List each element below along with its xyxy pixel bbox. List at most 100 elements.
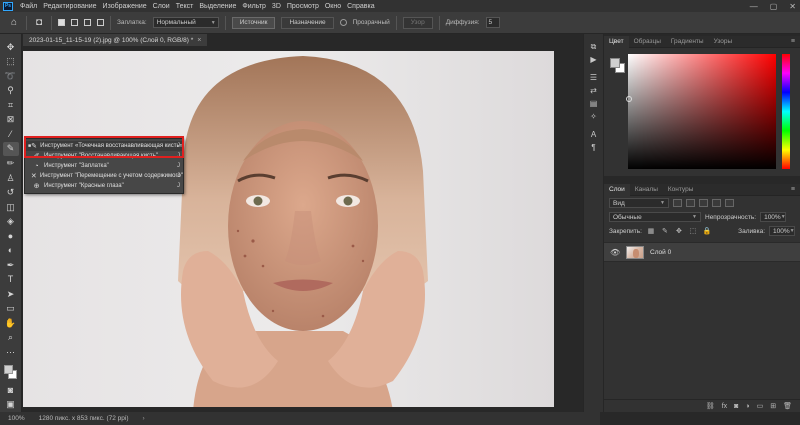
character-panel-icon[interactable]: A [587,128,601,141]
flyout-item-red-eye[interactable]: ⊕ Инструмент "Красные глаза" J [25,181,183,191]
document-tab[interactable]: 2023-01-15_11-15-19 (2).jpg @ 100% (Слой… [23,34,208,46]
menu-layers[interactable]: Слои [150,3,173,10]
menu-type[interactable]: Текст [173,3,197,10]
shape-tool-icon[interactable]: ▭ [3,302,19,317]
frame-tool-icon[interactable]: ⊠ [3,113,19,128]
zoom-tool-icon[interactable]: ⌕ [3,331,19,346]
foreground-color-swatch[interactable] [3,364,13,374]
screen-mode-icon[interactable]: ▣ [3,398,19,413]
flyout-item-spot-healing-brush[interactable]: ■ ✎ Инструмент «Точечная восстанавливающ… [25,141,183,151]
move-tool-icon[interactable]: ✥ [3,40,19,55]
filter-adjustment-icon[interactable] [686,199,695,207]
dodge-tool-icon[interactable]: ◐ [3,243,19,258]
close-tab-icon[interactable]: × [197,37,201,44]
type-tool-icon[interactable]: T [3,273,19,288]
panel-menu-icon[interactable]: ≡ [791,38,800,45]
home-icon[interactable]: ⌂ [8,17,20,29]
crop-tool-icon[interactable]: ⌗ [3,98,19,113]
patch-mode-select[interactable]: Нормальный ▼ [152,17,219,28]
lock-artboard-icon[interactable]: ⬚ [688,227,698,235]
tab-paths[interactable]: Контуры [663,184,699,196]
tab-layers[interactable]: Слои [604,183,630,196]
hand-tool-icon[interactable]: ✋ [3,316,19,331]
tab-swatches[interactable]: Образцы [629,36,666,48]
layer-filter-select[interactable]: Вид ▼ [609,198,669,208]
lock-image-icon[interactable]: ✎ [660,227,670,235]
libraries-panel-icon[interactable]: ▤ [587,97,601,110]
tab-channels[interactable]: Каналы [630,184,663,196]
more-tools-icon[interactable]: ⋯ [3,345,19,360]
use-pattern-button[interactable]: Узор [402,16,433,29]
new-layer-icon[interactable]: ⊞ [770,402,776,410]
brush-tool-icon[interactable]: ✏ [3,156,19,171]
blend-mode-select[interactable]: Обычные ▼ [609,212,701,222]
panel-menu-icon[interactable]: ≡ [791,186,800,193]
color-panel-swatches[interactable] [610,58,626,74]
diffusion-input[interactable]: 5 [485,17,500,28]
minimize-icon[interactable]: — [750,2,758,11]
zoom-level[interactable]: 100% [8,415,25,422]
menu-image[interactable]: Изображение [100,3,150,10]
blur-tool-icon[interactable]: ● [3,229,19,244]
transparent-checkbox[interactable] [339,19,347,26]
tab-patterns[interactable]: Узоры [709,36,738,48]
menu-window[interactable]: Окно [322,3,344,10]
maximize-icon[interactable]: ▢ [770,2,778,11]
layer-name[interactable]: Слой 0 [650,249,671,256]
layer-row[interactable]: 👁 Слой 0 [604,242,800,262]
actions-panel-icon[interactable]: ▶ [587,53,601,66]
filter-smart-object-icon[interactable] [725,199,734,207]
menu-help[interactable]: Справка [344,3,377,10]
filter-shape-icon[interactable] [712,199,721,207]
fx-icon[interactable]: fx [722,403,727,410]
menu-filter[interactable]: Фильтр [239,3,269,10]
tab-gradients[interactable]: Градиенты [666,36,709,48]
canvas-area[interactable] [23,46,583,412]
group-icon[interactable]: ▭ [757,402,764,410]
lasso-tool-icon[interactable]: ➰ [3,69,19,84]
lock-transparent-icon[interactable]: ▦ [646,227,656,235]
new-selection-icon[interactable] [58,19,65,26]
paragraph-panel-icon[interactable]: ¶ [587,141,601,154]
close-icon[interactable]: ✕ [789,2,796,11]
marquee-tool-icon[interactable]: ⬚ [3,55,19,70]
color-picker-marker[interactable] [626,96,632,102]
adjustments-panel-icon[interactable]: ⇄ [587,84,601,97]
pen-tool-icon[interactable]: ✒ [3,258,19,273]
path-selection-tool-icon[interactable]: ➤ [3,287,19,302]
menu-3d[interactable]: 3D [269,3,284,10]
opacity-input[interactable]: 100% ▼ [760,212,787,222]
menu-select[interactable]: Выделение [196,3,239,10]
trash-icon[interactable]: 🗑 [783,402,792,410]
intersect-selection-icon[interactable] [97,19,104,26]
eyedropper-tool-icon[interactable]: ⁄ [3,127,19,142]
properties-panel-icon[interactable]: ☰ [587,71,601,84]
subtract-selection-icon[interactable] [84,19,91,26]
eraser-tool-icon[interactable]: ◫ [3,200,19,215]
filter-type-icon[interactable] [699,199,708,207]
clone-stamp-tool-icon[interactable]: ♙ [3,171,19,186]
foreground-color-swatch[interactable] [610,58,620,68]
menu-file[interactable]: Файл [17,3,40,10]
color-swatches[interactable] [3,364,19,383]
flyout-item-content-aware-move[interactable]: ✕ Инструмент "Перемещение с учетом содер… [25,171,183,181]
paint-bucket-tool-icon[interactable]: ◈ [3,214,19,229]
link-icon[interactable]: ⛓ [706,402,715,410]
menu-view[interactable]: Просмотр [284,3,322,10]
source-button[interactable]: Источник [231,16,276,29]
status-menu-arrow-icon[interactable]: › [143,415,145,422]
spot-healing-tool-icon[interactable]: ✎ [2,141,19,157]
destination-button[interactable]: Назначение [281,16,334,29]
history-brush-tool-icon[interactable]: ↺ [3,185,19,200]
adjustment-icon[interactable]: ◑ [745,403,749,410]
fill-input[interactable]: 100% ▼ [769,226,795,236]
mask-icon[interactable]: ◙ [734,403,738,410]
add-selection-icon[interactable] [71,19,78,26]
color-saturation-field[interactable] [628,54,776,169]
lock-all-icon[interactable]: 🔒 [702,227,712,235]
eye-icon[interactable]: 👁 [610,248,620,257]
lock-position-icon[interactable]: ✥ [674,227,684,235]
photo-canvas[interactable] [23,51,554,407]
tab-color[interactable]: Цвет [604,35,629,48]
magic-wand-tool-icon[interactable]: ⚲ [3,84,19,99]
